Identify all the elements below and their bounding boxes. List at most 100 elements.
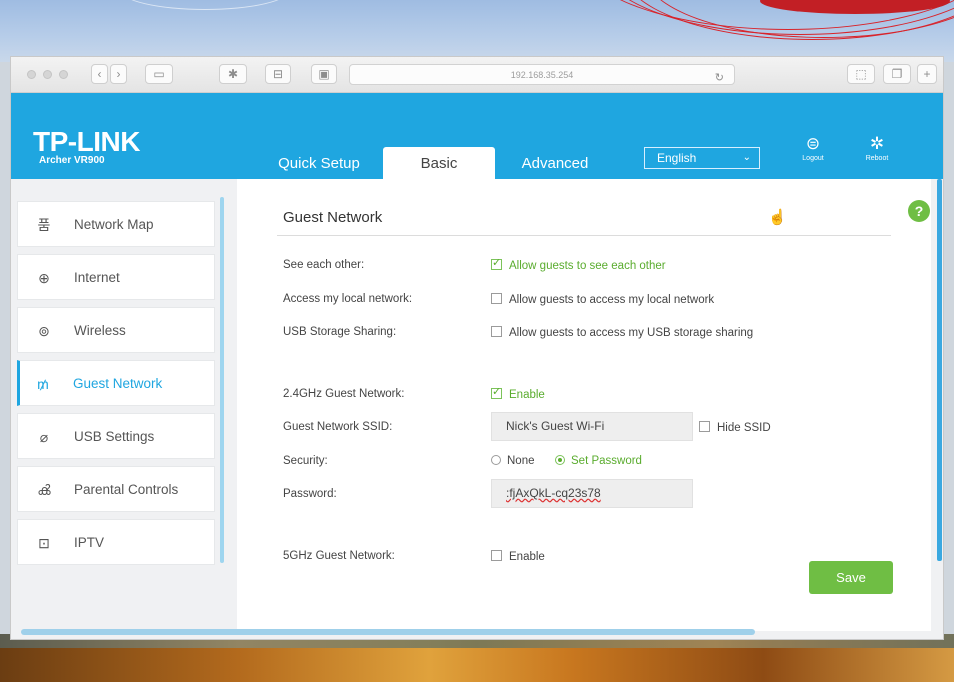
close-window-button[interactable] <box>27 70 36 79</box>
globe-icon: ⊕ <box>38 270 50 286</box>
reboot-button[interactable]: ✲ Reboot <box>857 134 897 163</box>
guest-network-icon: ₥ <box>37 376 49 392</box>
guest-5ghz-option: Enable <box>509 551 545 563</box>
usb-sharing-checkbox[interactable]: Allow guests to access my USB storage sh… <box>491 326 753 339</box>
guest-5ghz-label: 5GHz Guest Network: <box>283 550 395 562</box>
security-label: Security: <box>283 455 328 467</box>
sidebar-item-network-map[interactable]: 품 Network Map <box>17 201 215 247</box>
browser-toolbar: ‹ › ▭ ✱ ⊟ ▣ 192.168.35.254 ↻ ⬚ ❐ + <box>11 57 943 93</box>
security-password-radio[interactable]: Set Password <box>555 455 642 467</box>
sidebar-item-label: Internet <box>74 270 120 285</box>
chevron-down-icon: ⌄ <box>742 152 751 163</box>
extension-icon[interactable]: ✱ <box>219 64 247 84</box>
sidebar-item-label: Wireless <box>74 323 126 338</box>
sidebar: 품 Network Map ⊕ Internet ⊚ Wireless ₥ Gu… <box>17 197 229 569</box>
model-name: Archer VR900 <box>39 155 105 166</box>
hand-cursor-icon: ☝ <box>768 209 787 226</box>
reader-icon[interactable]: ⊟ <box>265 64 291 84</box>
sidebar-item-guest-network[interactable]: ₥ Guest Network <box>17 360 215 406</box>
hide-ssid-checkbox[interactable]: Hide SSID <box>699 421 771 434</box>
guest-network-panel: Guest Network ☝ ? See each other: Allow … <box>237 179 931 631</box>
back-button[interactable]: ‹ <box>91 64 108 84</box>
sidebar-item-label: Network Map <box>74 217 154 232</box>
wallpaper-arc <box>120 0 290 10</box>
logout-button[interactable]: ⊜ Logout <box>793 134 833 163</box>
language-select[interactable]: English ⌄ <box>644 147 760 169</box>
title-divider <box>277 235 891 236</box>
browser-window: ‹ › ▭ ✱ ⊟ ▣ 192.168.35.254 ↻ ⬚ ❐ + TP-LI… <box>10 56 944 640</box>
see-each-other-checkbox[interactable]: Allow guests to see each other <box>491 256 666 272</box>
logout-label: Logout <box>802 155 824 162</box>
radio-icon <box>491 455 501 465</box>
brand-logo: TP-LINK <box>33 126 140 157</box>
checkbox-icon <box>491 326 502 337</box>
access-local-option: Allow guests to access my local network <box>509 294 715 306</box>
sidebar-item-label: USB Settings <box>74 429 155 444</box>
checkbox-icon <box>491 293 502 304</box>
checkbox-checked-icon <box>491 256 502 270</box>
sidebar-item-parental-controls[interactable]: ൿ Parental Controls <box>17 466 215 512</box>
password-input[interactable]: :fjAxQkL-cq23s78 <box>491 479 693 508</box>
forward-button[interactable]: › <box>110 64 127 84</box>
see-each-other-option: Allow guests to see each other <box>509 260 666 272</box>
sidebar-item-label: Parental Controls <box>74 482 179 497</box>
share-icon[interactable]: ⬚ <box>847 64 875 84</box>
sidebar-item-internet[interactable]: ⊕ Internet <box>17 254 215 300</box>
main-area: 품 Network Map ⊕ Internet ⊚ Wireless ₥ Gu… <box>11 179 943 639</box>
reload-icon[interactable]: ↻ <box>715 68 724 88</box>
password-label: Password: <box>283 488 337 500</box>
desktop-wallpaper-bottom <box>0 634 954 682</box>
tab-quick-setup[interactable]: Quick Setup <box>263 147 375 179</box>
tab-basic[interactable]: Basic <box>383 147 495 179</box>
checkbox-icon <box>699 421 710 432</box>
reboot-icon: ✲ <box>869 134 885 153</box>
usb-sharing-option: Allow guests to access my USB storage sh… <box>509 327 754 339</box>
new-tab-icon[interactable]: + <box>917 64 937 84</box>
url-text: 192.168.35.254 <box>510 70 574 80</box>
reboot-label: Reboot <box>865 155 889 162</box>
wireless-icon: ⊚ <box>38 323 50 339</box>
password-value: :fjAxQkL-cq23s78 <box>506 486 601 500</box>
vertical-scrollbar[interactable] <box>937 179 942 561</box>
guest-24ghz-label: 2.4GHz Guest Network: <box>283 388 405 400</box>
sidebar-scrollbar[interactable] <box>220 197 224 563</box>
hide-ssid-option: Hide SSID <box>717 422 771 434</box>
guest-5ghz-enable-checkbox[interactable]: Enable <box>491 550 545 563</box>
security-none-option: None <box>507 455 535 467</box>
guest-24ghz-option: Enable <box>509 389 545 401</box>
radio-selected-icon <box>555 455 565 465</box>
address-bar[interactable]: 192.168.35.254 ↻ <box>349 64 735 85</box>
guest-24ghz-enable-checkbox[interactable]: Enable <box>491 385 545 401</box>
tv-icon: ⊡ <box>38 535 50 551</box>
tabs-overview-icon[interactable]: ❐ <box>883 64 911 84</box>
zoom-window-button[interactable] <box>59 70 68 79</box>
access-local-label: Access my local network: <box>283 293 413 305</box>
page-title: Guest Network <box>283 209 383 226</box>
logout-icon: ⊜ <box>805 134 821 153</box>
save-button[interactable]: Save <box>809 561 893 594</box>
parental-controls-icon: ൿ <box>37 482 51 498</box>
access-local-checkbox[interactable]: Allow guests to access my local network <box>491 293 714 306</box>
desktop-wallpaper-top <box>0 0 954 62</box>
sidebar-item-label: Guest Network <box>73 376 163 391</box>
see-each-other-label: See each other: <box>283 259 365 271</box>
help-icon[interactable]: ? <box>908 200 930 222</box>
network-map-icon: 품 <box>37 217 51 233</box>
checkbox-icon <box>491 550 502 561</box>
security-none-radio[interactable]: None <box>491 455 535 467</box>
minimize-window-button[interactable] <box>43 70 52 79</box>
sidebar-item-wireless[interactable]: ⊚ Wireless <box>17 307 215 353</box>
usb-sharing-label: USB Storage Sharing: <box>283 326 397 338</box>
tab-advanced[interactable]: Advanced <box>501 147 609 179</box>
sidebar-toggle-icon[interactable]: ▭ <box>145 64 173 84</box>
ssid-label: Guest Network SSID: <box>283 421 393 433</box>
router-header: TP-LINK Archer VR900 Quick Setup Basic A… <box>11 93 943 179</box>
bookmark-icon[interactable]: ▣ <box>311 64 337 84</box>
language-value: English <box>657 151 697 165</box>
sidebar-item-usb-settings[interactable]: ⌀ USB Settings <box>17 413 215 459</box>
sidebar-item-iptv[interactable]: ⊡ IPTV <box>17 519 215 565</box>
sidebar-item-label: IPTV <box>74 535 105 550</box>
horizontal-scrollbar[interactable] <box>21 629 755 635</box>
ssid-input[interactable]: Nick's Guest Wi-Fi <box>491 412 693 441</box>
security-password-option: Set Password <box>571 455 642 467</box>
